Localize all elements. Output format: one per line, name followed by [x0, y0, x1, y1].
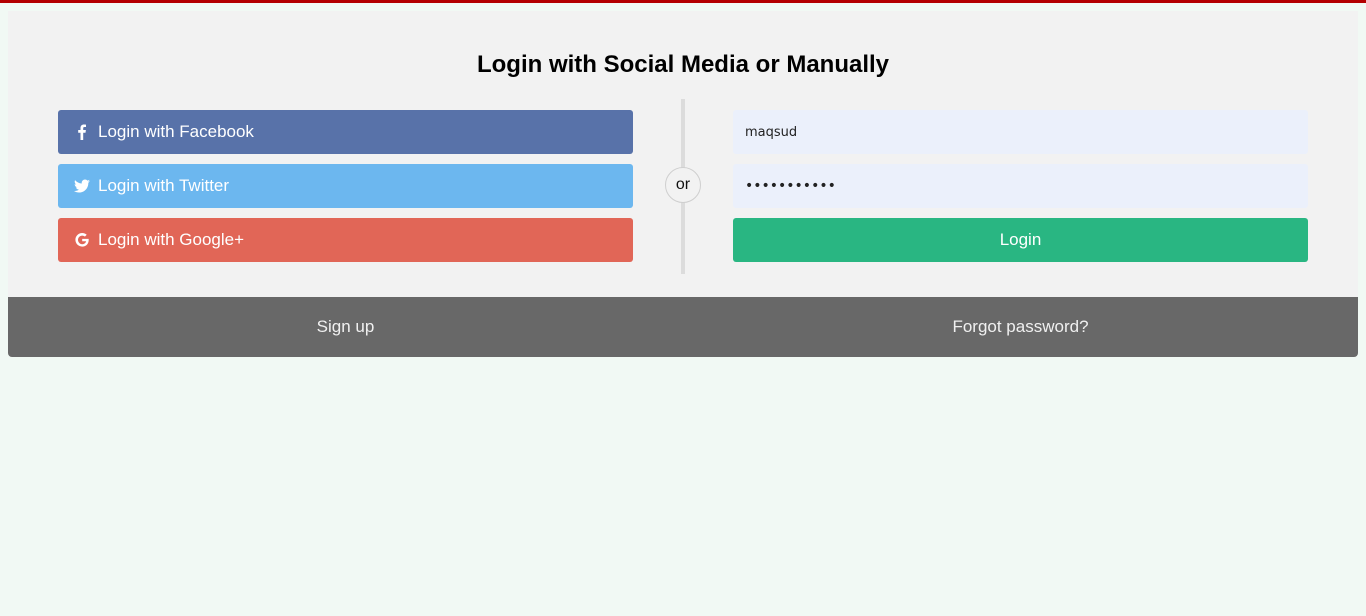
top-accent-bar	[0, 0, 1366, 3]
or-separator: or	[665, 167, 701, 203]
google-icon	[74, 232, 90, 248]
login-google-button[interactable]: Login with Google+	[58, 218, 633, 262]
footer-bar: Sign up Forgot password?	[8, 297, 1358, 357]
password-input[interactable]	[733, 164, 1308, 208]
login-card: Login with Social Media or Manually Logi…	[8, 11, 1358, 357]
twitter-icon	[74, 178, 90, 194]
facebook-icon	[74, 124, 90, 140]
login-google-label: Login with Google+	[98, 230, 245, 249]
login-twitter-button[interactable]: Login with Twitter	[58, 164, 633, 208]
login-facebook-label: Login with Facebook	[98, 122, 254, 141]
login-twitter-label: Login with Twitter	[98, 176, 230, 195]
username-input[interactable]	[733, 110, 1308, 154]
forgot-password-link[interactable]: Forgot password?	[683, 297, 1358, 357]
login-button[interactable]: Login	[733, 218, 1308, 262]
login-facebook-button[interactable]: Login with Facebook	[58, 110, 633, 154]
signup-link[interactable]: Sign up	[8, 297, 683, 357]
page-title: Login with Social Media or Manually	[476, 51, 890, 78]
